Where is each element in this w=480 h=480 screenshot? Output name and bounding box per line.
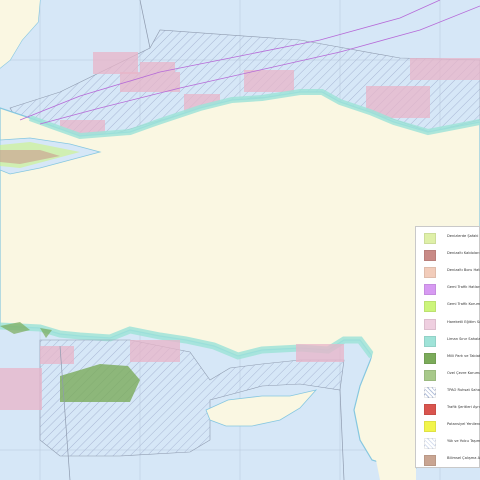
legend-swatch [424, 438, 436, 450]
legend-label: TPAO Ruhsat Sahaları [447, 387, 480, 392]
map-legend: Denizlerde Şafaki Denizaltı Kabloları Deni… [415, 226, 480, 468]
legend-swatch [424, 386, 436, 398]
legend-swatch [424, 421, 436, 433]
legend-label: Bilimsel Çalışma Alanları [447, 456, 480, 461]
legend-swatch [424, 250, 436, 262]
legend-swatch [424, 404, 436, 415]
legend-swatch [424, 284, 436, 296]
legend-item: Bilimsel Çalışma Alanları [416, 449, 480, 471]
legend-swatch [424, 335, 436, 347]
legend-label: Potansiyel Yenilenebilir [447, 422, 480, 427]
legend-label: Özel Çevre Koruma [447, 370, 480, 375]
legend-swatch [424, 369, 436, 381]
legend-swatch [424, 301, 436, 313]
legend-label: Trafik Şeritleri Ayrım [447, 405, 480, 409]
legend-swatch [424, 318, 436, 330]
legend-label: Gemi Trafik Hatları [447, 285, 480, 290]
legend-label: Denizlerde Şafaki [447, 234, 479, 238]
legend-label: Milli Park ve Tabiat [447, 353, 480, 358]
legend-swatch [424, 233, 436, 244]
legend-label: Yük ve Yolcu Taşıma [447, 439, 480, 444]
legend-label: Liman Sınır Sahaları [447, 336, 480, 341]
legend-swatch [424, 267, 436, 279]
legend-label: Denizaltı Kabloları [447, 251, 480, 256]
legend-swatch [424, 455, 436, 467]
legend-label: Hareketli Eğitim Sahaları [447, 319, 480, 324]
map-canvas[interactable] [0, 0, 480, 480]
legend-label: Denizaltı Boru Hatları [447, 268, 480, 273]
legend-swatch [424, 352, 436, 364]
legend-label: Gemi Trafik Koruma [447, 302, 480, 307]
